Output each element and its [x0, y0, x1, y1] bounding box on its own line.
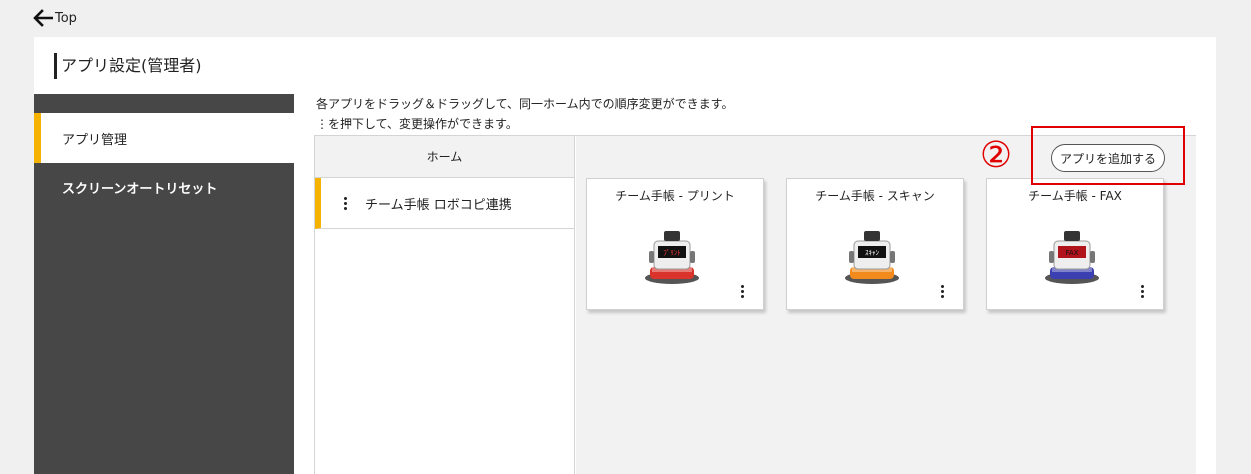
page-title: アプリ設定(管理者) — [54, 53, 202, 79]
annotation-step-number: ② — [979, 135, 1013, 176]
sidebar-item-label: アプリ管理 — [62, 132, 128, 148]
app-card-title: チーム手帳 - プリント — [615, 189, 735, 203]
home-list-header: ホーム — [315, 136, 574, 178]
sidebar: アプリ管理 スクリーンオートリセット — [34, 94, 294, 474]
back-label: Top — [55, 10, 77, 26]
svg-text:ｽｷｬﾝ: ｽｷｬﾝ — [865, 249, 879, 257]
kebab-menu-icon[interactable] — [738, 285, 746, 298]
home-item-label: チーム手帳 ロボコピ連携 — [365, 197, 512, 213]
sidebar-item-app-management[interactable]: アプリ管理 — [34, 113, 294, 163]
sidebar-item-screen-auto-reset[interactable]: スクリーンオートリセット — [34, 163, 294, 213]
svg-text:ﾌﾟﾘﾝﾄ: ﾌﾟﾘﾝﾄ — [663, 249, 681, 257]
main-panel: アプリ設定(管理者) アプリ管理 スクリーンオートリセット 各アプリをドラッグ＆… — [34, 37, 1216, 474]
instruction-line-1: 各アプリをドラッグ＆ドラッグして、同一ホーム内での順序変更ができます。 — [316, 97, 734, 111]
app-card-title: チーム手帳 - スキャン — [815, 189, 935, 203]
svg-text:FAX: FAX — [1066, 249, 1079, 257]
home-list-item[interactable]: チーム手帳 ロボコピ連携 — [315, 178, 574, 229]
instruction-line-2: ⋮を押下して、変更操作ができます。 — [316, 117, 518, 131]
app-card-print[interactable]: チーム手帳 - プリント ﾌﾟﾘﾝﾄ — [586, 178, 764, 310]
instructions: 各アプリをドラッグ＆ドラッグして、同一ホーム内での順序変更ができます。 ⋮を押下… — [316, 94, 733, 134]
back-to-top-link[interactable]: Top — [33, 9, 77, 27]
app-config-area: ホーム チーム手帳 ロボコピ連携 アプリを追加する チーム手帳 - プリント ﾌ… — [314, 135, 1196, 474]
kebab-menu-icon[interactable] — [938, 285, 946, 298]
robot-copier-icon: ﾌﾟﾘﾝﾄ — [645, 231, 699, 284]
app-card-scan[interactable]: チーム手帳 - スキャン ｽｷｬﾝ — [786, 178, 964, 310]
robot-copier-icon: ｽｷｬﾝ — [845, 231, 899, 284]
robot-copier-icon: FAX — [1045, 231, 1099, 284]
app-card-fax[interactable]: チーム手帳 - FAX FAX — [986, 178, 1164, 310]
arrow-left-icon — [33, 9, 53, 27]
kebab-menu-icon[interactable] — [1138, 285, 1146, 298]
home-list: ホーム チーム手帳 ロボコピ連携 — [315, 136, 575, 474]
annotation-highlight-box — [1031, 126, 1185, 185]
app-card-title: チーム手帳 - FAX — [1028, 189, 1122, 203]
kebab-menu-icon[interactable] — [341, 196, 349, 210]
apps-area: アプリを追加する チーム手帳 - プリント ﾌﾟﾘﾝﾄ チーム手帳 - スキャン… — [576, 136, 1196, 474]
sidebar-item-label: スクリーンオートリセット — [62, 182, 218, 197]
